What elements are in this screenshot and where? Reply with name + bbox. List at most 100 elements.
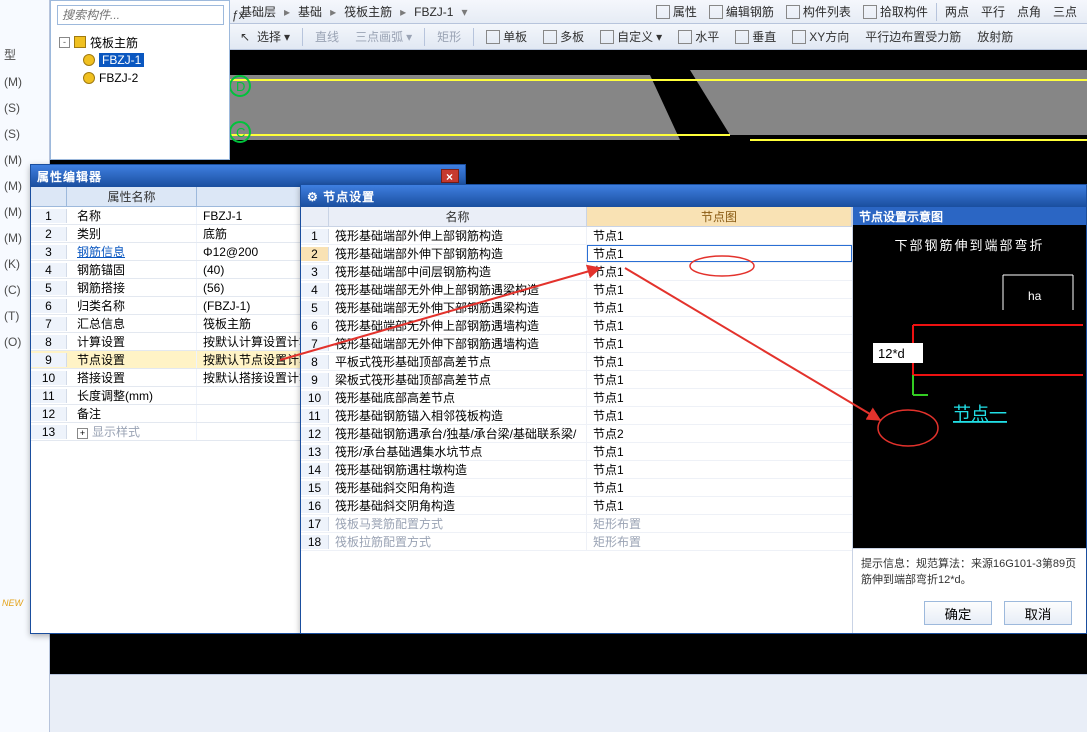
row-number: 2 (301, 247, 329, 261)
node-name: 筏形基础斜交阳角构造 (329, 479, 587, 496)
node-map-value[interactable]: 节点1 (587, 335, 852, 352)
node-table-body[interactable]: 1筏形基础端部外伸上部钢筋构造节点12筏形基础端部外伸下部钢筋构造节点13筏形基… (301, 227, 852, 633)
attr-name: 类别 (77, 227, 101, 241)
node-settings-title[interactable]: ⚙ 节点设置 (301, 185, 1086, 207)
node-table-row[interactable]: 12筏形基础钢筋遇承台/独基/承台梁/基础联系梁/节点2 (301, 425, 852, 443)
tree-item-fbzj2[interactable]: FBZJ-2 (99, 71, 138, 85)
custom-button[interactable]: 自定义 ▾ (596, 27, 666, 46)
list-icon (786, 5, 800, 19)
node-map-value[interactable]: 节点1 (587, 317, 852, 334)
row-number: 1 (31, 209, 67, 223)
member-tree[interactable]: - 筏板主筋 FBZJ-1 FBZJ-2 (51, 29, 229, 91)
row-number: 9 (31, 353, 67, 367)
breadcrumb-seg[interactable]: 基础 (294, 3, 326, 20)
breadcrumb-seg[interactable]: FBZJ-1 (410, 5, 457, 19)
tree-item-fbzj1[interactable]: FBZJ-1 (99, 53, 144, 67)
node-table-row[interactable]: 4筏形基础端部无外伸上部钢筋遇梁构造节点1 (301, 281, 852, 299)
two-point-button[interactable]: 两点 (941, 2, 973, 21)
node-name: 筏形基础端部外伸下部钢筋构造 (329, 245, 587, 262)
status-area (50, 674, 1087, 732)
multi-board-button[interactable]: 多板 (539, 27, 588, 46)
node-table-row[interactable]: 18筏板拉筋配置方式矩形布置 (301, 533, 852, 551)
node-name: 筏形基础钢筋锚入相邻筏板构造 (329, 407, 587, 424)
row-number: 12 (31, 407, 67, 421)
single-board-button[interactable]: 单板 (482, 27, 531, 46)
node-table-row[interactable]: 9梁板式筏形基础顶部高差节点节点1 (301, 371, 852, 389)
pick-member-button[interactable]: 拾取构件 (859, 2, 932, 21)
breadcrumb-seg[interactable]: 筏板主筋 (340, 3, 396, 20)
xy-icon (792, 30, 806, 44)
node-map-value[interactable]: 节点1 (587, 407, 852, 424)
node-map-value[interactable]: 节点1 (587, 299, 852, 316)
attr-name: 名称 (77, 209, 101, 223)
node-map-value[interactable]: 矩形布置 (587, 533, 852, 550)
search-input[interactable] (57, 5, 224, 25)
node-map-value[interactable]: 节点1 (587, 497, 852, 514)
node-map-value[interactable]: 节点1 (587, 227, 852, 244)
tree-root-label[interactable]: 筏板主筋 (90, 34, 138, 51)
node-map-value[interactable]: 矩形布置 (587, 515, 852, 532)
xy-button[interactable]: XY方向 (788, 27, 853, 46)
svg-text:D: D (236, 79, 245, 94)
node-table-row[interactable]: 10筏形基础底部高差节点节点1 (301, 389, 852, 407)
parallel-edge-button[interactable]: 平行边布置受力筋 (861, 27, 965, 46)
node-table-row[interactable]: 11筏形基础钢筋锚入相邻筏板构造节点1 (301, 407, 852, 425)
tree-toggle-icon[interactable]: - (59, 37, 70, 48)
node-table-row[interactable]: 13筏形/承台基础遇集水坑节点节点1 (301, 443, 852, 461)
node-map-value[interactable]: 节点1 (587, 479, 852, 496)
edit-rebar-button[interactable]: 编辑钢筋 (705, 2, 778, 21)
vert-button[interactable]: 垂直 (731, 27, 780, 46)
node-table-row[interactable]: 5筏形基础端部无外伸下部钢筋遇梁构造节点1 (301, 299, 852, 317)
row-number: 11 (31, 389, 67, 403)
three-point-button[interactable]: 三点 (1049, 2, 1081, 21)
attr-name: 计算设置 (77, 335, 125, 349)
close-icon[interactable]: × (441, 169, 459, 183)
demo-panel-title: 节点设置示意图 (853, 207, 1086, 225)
svg-text:C: C (236, 125, 245, 140)
node-table-row[interactable]: 14筏形基础钢筋遇柱墩构造节点1 (301, 461, 852, 479)
row-number: 18 (301, 535, 329, 549)
rect-tool: 矩形 (433, 27, 465, 46)
horiz-button[interactable]: 水平 (674, 27, 723, 46)
search-go-button[interactable]: ƒx (228, 8, 249, 22)
multi-icon (543, 30, 557, 44)
radial-button[interactable]: 放射筋 (973, 27, 1017, 46)
side-label: (S) (0, 121, 49, 147)
node-map-value[interactable]: 节点1 (587, 461, 852, 478)
parallel-button[interactable]: 平行 (977, 2, 1009, 21)
row-number: 2 (31, 227, 67, 241)
ok-button[interactable]: 确定 (924, 601, 992, 625)
attr-name: 搭接设置 (77, 371, 125, 385)
node-table-row[interactable]: 15筏形基础斜交阳角构造节点1 (301, 479, 852, 497)
node-table-row[interactable]: 2筏形基础端部外伸下部钢筋构造节点1 (301, 245, 852, 263)
node-map-value[interactable]: 节点1 (587, 353, 852, 370)
node-table-row[interactable]: 16筏形基础斜交阴角构造节点1 (301, 497, 852, 515)
node-table-row[interactable]: 3筏形基础端部中间层钢筋构造节点1 (301, 263, 852, 281)
cancel-button[interactable]: 取消 (1004, 601, 1072, 625)
node-table-row[interactable]: 17筏板马凳筋配置方式矩形布置 (301, 515, 852, 533)
row-number: 8 (31, 335, 67, 349)
node-map-value[interactable]: 节点1 (587, 443, 852, 460)
select-tool[interactable]: ↖选择 ▾ (236, 27, 294, 46)
node-map-value[interactable]: 节点1 (587, 281, 852, 298)
node-map-value[interactable]: 节点1 (587, 263, 852, 280)
node-table-row[interactable]: 8平板式筏形基础顶部高差节点节点1 (301, 353, 852, 371)
member-list-button[interactable]: 构件列表 (782, 2, 855, 21)
node-map-value[interactable]: 节点1 (587, 371, 852, 388)
node-name: 筏板拉筋配置方式 (329, 533, 587, 550)
node-map-value[interactable]: 节点2 (587, 425, 852, 442)
node-map-value[interactable]: 节点1 (587, 245, 852, 262)
node-table-row[interactable]: 6筏形基础端部无外伸上部钢筋遇墙构造节点1 (301, 317, 852, 335)
node-map-value[interactable]: 节点1 (587, 389, 852, 406)
attr-name: 长度调整(mm) (77, 389, 153, 403)
node-name: 筏形基础底部高差节点 (329, 389, 587, 406)
attr-button[interactable]: 属性 (652, 2, 701, 21)
pencil-icon (709, 5, 723, 19)
row-number: 3 (31, 245, 67, 259)
expand-icon[interactable]: + (77, 428, 88, 439)
member-icon (83, 72, 95, 84)
node-table-row[interactable]: 7筏形基础端部无外伸下部钢筋遇墙构造节点1 (301, 335, 852, 353)
node-table-row[interactable]: 1筏形基础端部外伸上部钢筋构造节点1 (301, 227, 852, 245)
row-number: 16 (301, 499, 329, 513)
point-angle-button[interactable]: 点角 (1013, 2, 1045, 21)
